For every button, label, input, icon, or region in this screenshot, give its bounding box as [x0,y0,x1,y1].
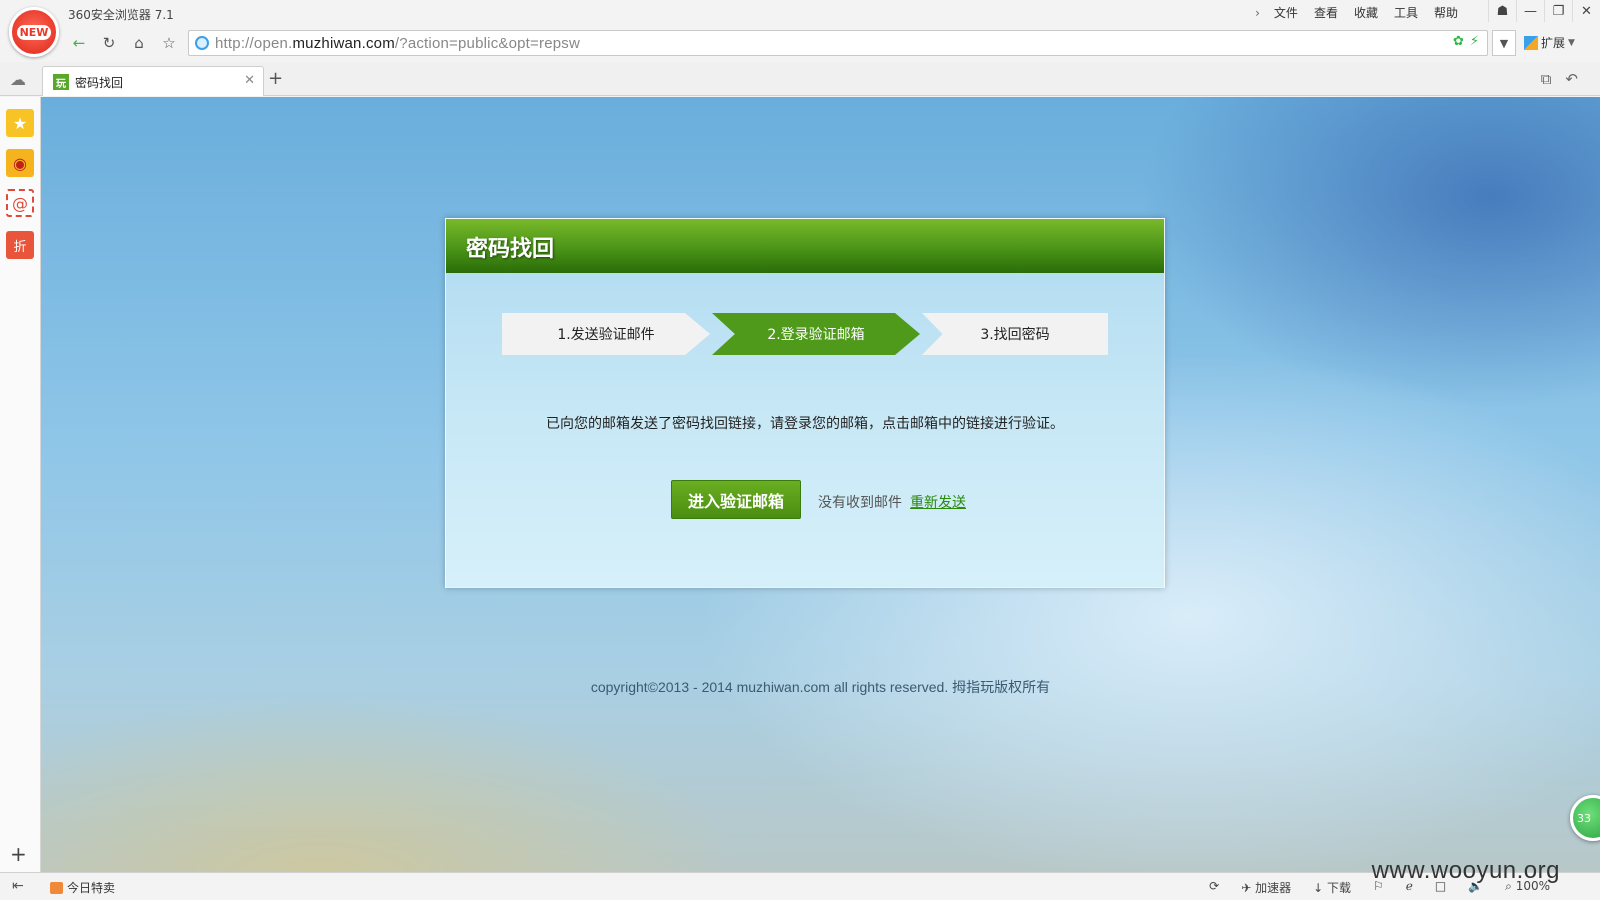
watermark: www.wooyun.org [1371,857,1560,884]
app-title: 360安全浏览器 7.1 [68,8,174,22]
floating-assistant-ball[interactable]: 33 [1570,795,1600,841]
tab-bar-tools: ⧉ ↶ [1541,70,1578,88]
home-button[interactable]: ⌂ [126,30,152,56]
minimize-button[interactable]: — [1516,0,1544,22]
step-recover-password: 3.找回密码 [922,313,1108,355]
tab-title: 密码找回 [75,76,124,90]
security-icon[interactable]: ✿ [1453,34,1464,49]
gift-icon [50,881,63,894]
address-dropdown-button[interactable]: ▼ [1492,30,1516,56]
page-viewport: 密码找回 1.发送验证邮件 2.登录验证邮箱 3.找回密码 已向您的邮箱发送了密… [41,97,1600,872]
enter-mailbox-button[interactable]: 进入验证邮箱 [671,480,801,519]
sidebar: ★ ◉ @ 折 + [0,97,41,872]
navigation-bar: ← ↻ ⌂ ☆ http://open.muzhiwan.com/?action… [64,28,1600,58]
extensions-button[interactable]: 扩展 ▼ [1524,34,1575,51]
no-mail-text: 没有收到邮件 [818,495,902,511]
menu-chevron-icon[interactable]: › [1249,4,1266,22]
speed-mode-icon[interactable]: ⚡ [1470,34,1479,49]
sidebar-add-icon[interactable]: + [10,842,27,866]
site-globe-icon [195,36,209,50]
menu-view[interactable]: 查看 [1306,4,1346,22]
maximize-button[interactable]: ❐ [1544,0,1572,22]
card-title: 密码找回 [466,237,555,262]
sidebar-weibo-icon[interactable]: ◉ [6,149,34,177]
progress-steps: 1.发送验证邮件 2.登录验证邮箱 3.找回密码 [502,313,1108,355]
skin-icon[interactable]: ☗ [1488,0,1516,22]
sidebar-favorites-star-icon[interactable]: ★ [6,109,34,137]
card-header: 密码找回 [446,219,1164,273]
tab-close-icon[interactable]: ✕ [244,73,255,88]
address-bar-icons: ✿ ⚡ [1453,34,1479,49]
resend-link[interactable]: 重新发送 [910,492,966,512]
sidebar-discount-icon[interactable]: 折 [6,231,34,259]
tab-bar: ☁ 玩 密码找回 ✕ + ⧉ ↶ [0,62,1600,96]
title-bar: NEW 360安全浏览器 7.1 › 文件 查看 收藏 工具 帮助 ☗ — ❐ … [0,0,1600,57]
extensions-icon [1524,35,1538,50]
menu-file[interactable]: 文件 [1266,4,1306,22]
browser-logo[interactable]: NEW [9,7,59,57]
menu-tools[interactable]: 工具 [1386,4,1426,22]
sidebar-mail-icon[interactable]: @ [6,189,34,217]
menu-favorites[interactable]: 收藏 [1346,4,1386,22]
logo-new-badge: NEW [16,24,52,40]
back-button[interactable]: ← [66,30,92,56]
status-refresh-icon[interactable]: ⟳ [1209,879,1219,896]
password-recovery-card: 密码找回 1.发送验证邮件 2.登录验证邮箱 3.找回密码 已向您的邮箱发送了密… [445,218,1165,588]
collapse-sidebar-icon[interactable]: ⇤ [12,878,24,894]
new-tab-button[interactable]: + [268,68,283,89]
tab-favicon: 玩 [53,74,69,90]
step-login-email: 2.登录验证邮箱 [712,313,920,355]
menu-help[interactable]: 帮助 [1426,4,1466,22]
instruction-message: 已向您的邮箱发送了密码找回链接，请登录您的邮箱，点击邮箱中的链接进行验证。 [546,416,1064,432]
refresh-button[interactable]: ↻ [96,30,122,56]
top-menu: › 文件 查看 收藏 工具 帮助 [1249,4,1466,22]
bookmark-star-icon[interactable]: ☆ [156,30,182,56]
address-bar[interactable]: http://open.muzhiwan.com/?action=public&… [188,30,1488,56]
accelerator-button[interactable]: ✈ 加速器 [1241,879,1291,896]
step-send-email: 1.发送验证邮件 [502,313,710,355]
tab-password-recovery[interactable]: 玩 密码找回 ✕ [42,66,264,96]
copyright-footer: copyright©2013 - 2014 muzhiwan.com all r… [590,679,1051,695]
close-window-button[interactable]: ✕ [1572,0,1600,22]
tab-list-icon[interactable]: ⧉ [1541,70,1552,88]
download-button[interactable]: ↓ 下载 [1313,879,1351,896]
window-controls: ☗ — ❐ ✕ [1488,0,1600,22]
status-bar: ⇤ 今日特卖 ⟳ ✈ 加速器 ↓ 下载 ⚐ ℯ □ 🔈 ⌕ 100% [0,872,1600,900]
daily-deals-button[interactable]: 今日特卖 [50,879,115,896]
undo-close-icon[interactable]: ↶ [1565,70,1578,88]
cloud-icon[interactable]: ☁ [10,70,26,89]
address-url[interactable]: http://open.muzhiwan.com/?action=public&… [215,35,580,52]
